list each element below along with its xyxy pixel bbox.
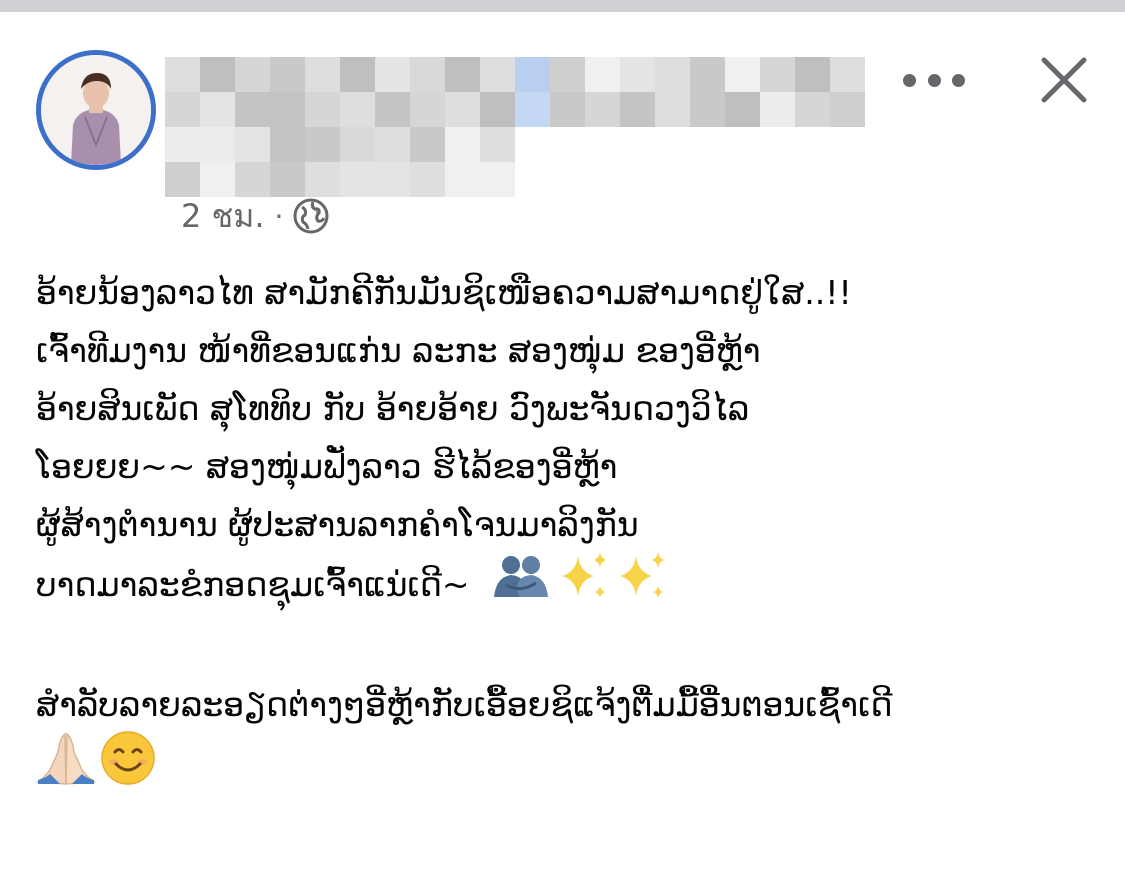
close-icon[interactable] <box>1036 52 1092 108</box>
blur-pixel <box>515 57 550 92</box>
blur-pixel <box>620 57 655 92</box>
blur-pixel <box>445 57 480 92</box>
top-strip <box>0 0 1125 12</box>
blur-pixel <box>305 162 340 197</box>
post-body: ອ້າຍນ້ອງລາວໄທ ສາມັກຄີກັນມັນຊິເໜືອຄວາມສາມ… <box>35 264 1096 798</box>
blur-pixel <box>410 57 445 92</box>
blur-pixel <box>760 57 795 92</box>
blur-pixel <box>270 162 305 197</box>
post-line: ຜູ້ສ້າງຕຳນານ ຜູ້ປະສານລາກຄຳໂຈນມາລິງກັນ <box>36 505 639 544</box>
sparkles-icon <box>556 548 612 622</box>
blur-pixel <box>305 57 340 92</box>
blur-pixel <box>445 162 480 197</box>
blur-pixel <box>690 57 725 92</box>
final-emoji-line <box>35 731 1096 798</box>
blur-pixel <box>375 127 410 162</box>
blur-pixel <box>200 127 235 162</box>
blur-pixel <box>725 92 760 127</box>
people-hugging-icon <box>492 553 550 617</box>
more-dot <box>927 73 941 87</box>
blur-pixel <box>165 57 200 92</box>
blur-pixel <box>235 57 270 92</box>
post-line: ອ້າຍສິນເພັດ ສຸໂທທິບ ກັບ ອ້າຍອ້າຍ ວົງພະຈັ… <box>36 389 750 428</box>
sparkles-icon <box>614 548 670 622</box>
blur-pixel <box>655 92 690 127</box>
blur-pixel <box>270 127 305 162</box>
author-name-blurred[interactable] <box>165 57 865 197</box>
post-line: ໂອຍຍຍ~~ ສອງໜຸ່ມຟັ່ງລາວ ຮີໄລ້ຂອງອີ່ຫຼ້າ <box>36 447 618 486</box>
blur-pixel <box>795 92 830 127</box>
meta-separator: · <box>274 199 284 233</box>
blur-pixel <box>410 162 445 197</box>
blur-pixel <box>550 92 585 127</box>
smiling-face-icon <box>100 730 156 804</box>
blur-pixel <box>515 92 550 127</box>
post-meta: 2 ชม. · <box>181 196 329 236</box>
blur-pixel <box>830 57 865 92</box>
blur-pixel <box>725 57 760 92</box>
blur-pixel <box>795 57 830 92</box>
blur-pixel <box>410 92 445 127</box>
more-dot <box>952 73 965 87</box>
blur-pixel <box>235 127 270 162</box>
post-timestamp[interactable]: 2 ชม. <box>181 191 265 242</box>
blur-pixel <box>480 162 515 197</box>
blur-pixel <box>200 92 235 127</box>
avatar[interactable] <box>36 50 156 170</box>
post-line: ສຳລັບລາຍລະອຽດຕ່າງໆອີ່ຫຼ້າກັບເອື້ອຍຊິແຈ້ງ… <box>36 685 893 724</box>
blur-pixel <box>305 92 340 127</box>
blur-pixel <box>410 127 445 162</box>
blur-pixel <box>200 57 235 92</box>
blur-pixel <box>690 92 725 127</box>
blur-pixel <box>375 57 410 92</box>
post-line: ເຈົ້າທີມງານ ໜ້າທີ່ຂອນແກ່ນ ລະກະ ສອງໜຸ່ມ ຂ… <box>36 331 761 370</box>
globe-icon[interactable] <box>293 198 329 234</box>
blur-pixel <box>375 162 410 197</box>
blur-pixel <box>760 92 795 127</box>
blur-pixel <box>480 127 515 162</box>
blur-pixel <box>165 92 200 127</box>
blur-pixel <box>165 127 200 162</box>
blur-pixel <box>270 57 305 92</box>
blur-pixel <box>375 92 410 127</box>
post-line: ອ້າຍນ້ອງລາວໄທ ສາມັກຄີກັນມັນຊິເໜືອຄວາມສາມ… <box>36 273 852 312</box>
blur-pixel <box>585 57 620 92</box>
blur-pixel <box>340 127 375 162</box>
post-line: ບາດມາລະຂໍກອດຊຸມເຈົ້າແນ່ເດີ~ <box>36 565 470 604</box>
post-line-with-emoji: ບາດມາລະຂໍກອດຊຸມເຈົ້າແນ່ເດີ~ <box>36 552 1096 617</box>
blur-pixel <box>655 57 690 92</box>
blur-pixel <box>585 92 620 127</box>
more-dot <box>903 73 916 87</box>
blur-pixel <box>830 92 865 127</box>
blur-pixel <box>305 127 340 162</box>
blur-pixel <box>270 92 305 127</box>
more-options-icon[interactable] <box>903 60 965 100</box>
blur-pixel <box>480 57 515 92</box>
blur-pixel <box>235 92 270 127</box>
folded-hands-icon <box>35 730 97 804</box>
blur-pixel <box>445 127 480 162</box>
blur-pixel <box>550 57 585 92</box>
blur-pixel <box>340 162 375 197</box>
blur-pixel <box>340 57 375 92</box>
blur-pixel <box>445 92 480 127</box>
blur-pixel <box>620 92 655 127</box>
blur-pixel <box>480 92 515 127</box>
blur-pixel <box>340 92 375 127</box>
